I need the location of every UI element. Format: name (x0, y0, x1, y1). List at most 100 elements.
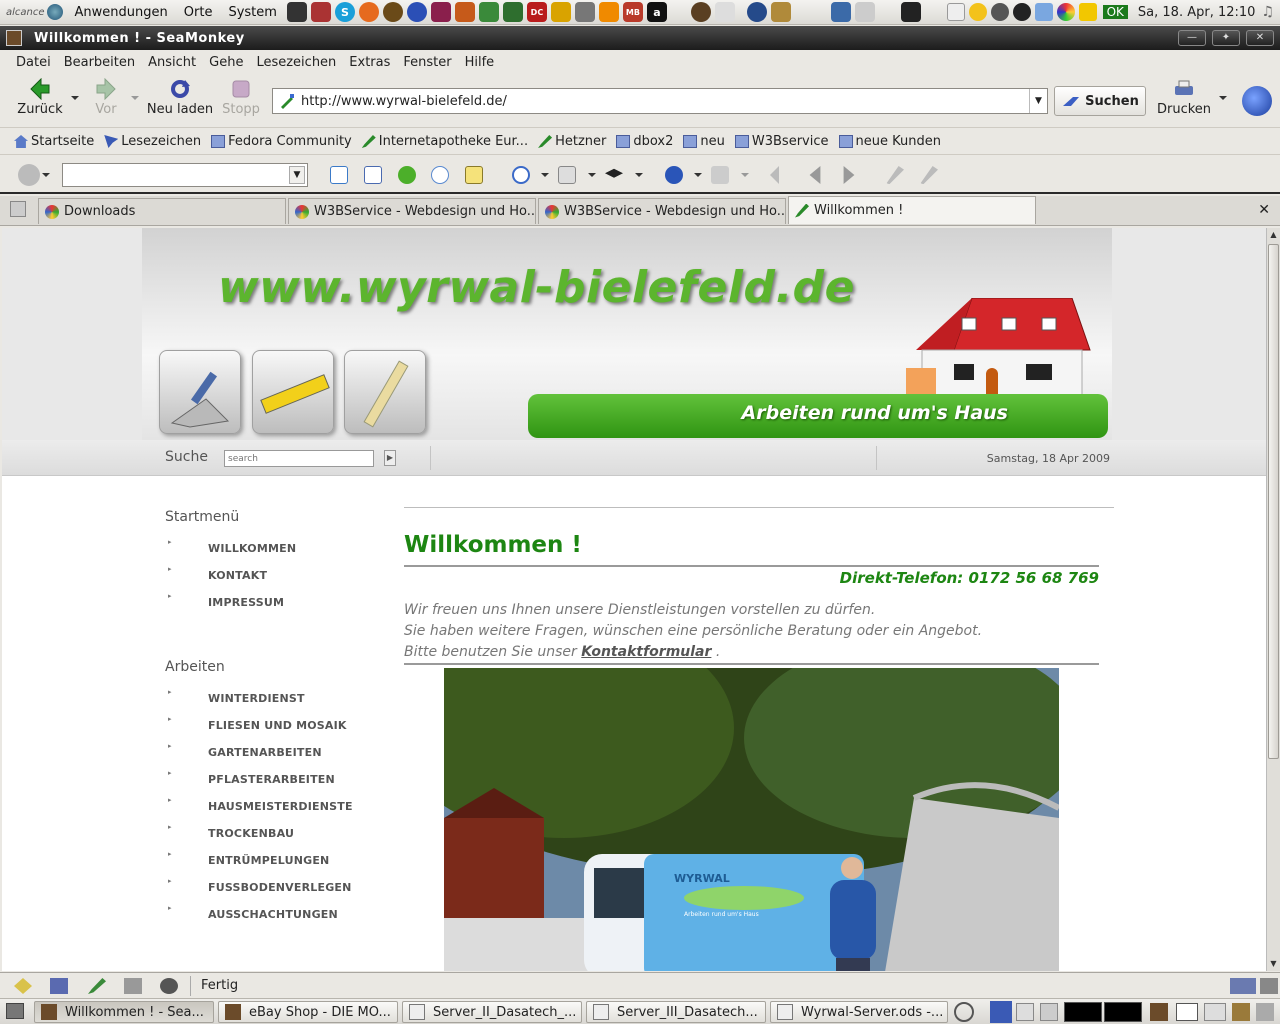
menu-places[interactable]: Orte (176, 5, 221, 20)
launcher-image-icon[interactable] (310, 2, 331, 22)
show-desktop-icon[interactable] (6, 1003, 24, 1019)
eraser-icon[interactable] (920, 166, 938, 184)
forward-dropdown[interactable] (131, 96, 139, 100)
new-tab-icon[interactable] (10, 201, 26, 217)
scroll-down-icon[interactable]: ▼ (1267, 957, 1280, 971)
back-button[interactable]: Zurück (16, 78, 64, 117)
graduation-cap-icon[interactable] (605, 168, 623, 178)
download-icon[interactable] (990, 1001, 1012, 1023)
menu-tools[interactable]: Extras (349, 55, 390, 70)
bookmark-w3bservice[interactable]: W3Bservice (734, 134, 829, 149)
toolbar-search-combo[interactable]: ▼ (62, 163, 308, 187)
launcher-book-icon[interactable] (430, 2, 451, 22)
net-monitor-icon[interactable] (1104, 1002, 1142, 1022)
url-input[interactable]: http://www.wyrwal-bielefeld.de/ (301, 94, 1029, 109)
workspace-icon[interactable] (1204, 1003, 1226, 1021)
scroll-up-icon[interactable]: ▲ (1267, 228, 1280, 242)
minimize-button[interactable]: — (1178, 30, 1206, 46)
tab-w3bservice-2[interactable]: W3BService - Webdesign und Ho... (538, 198, 786, 224)
menu-edit[interactable]: Bearbeiten (64, 55, 135, 70)
launcher-terminal-icon[interactable] (286, 2, 307, 22)
launcher-skype-icon[interactable]: S (334, 2, 355, 22)
tab-willkommen[interactable]: Willkommen ! (788, 196, 1036, 224)
close-tab-icon[interactable]: ✕ (1258, 202, 1270, 218)
tab-w3bservice-1[interactable]: W3BService - Webdesign und Ho... (288, 198, 536, 224)
distro-logo[interactable]: alcance (0, 7, 47, 18)
launcher-a-icon[interactable]: a (646, 2, 667, 22)
launcher-eye-icon[interactable] (690, 2, 711, 22)
launcher-dc-icon[interactable]: DC (526, 2, 547, 22)
tray-sun-icon[interactable] (968, 3, 987, 21)
content-scrollbar[interactable]: ▲ ▼ (1266, 228, 1280, 971)
speech-bubble-icon[interactable] (431, 166, 449, 184)
launcher-weather-icon[interactable] (854, 2, 875, 22)
launcher-tool-icon[interactable] (382, 2, 403, 22)
navigator-icon[interactable] (14, 978, 32, 994)
tray-ok-badge[interactable]: OK (1102, 5, 1128, 19)
site-logo[interactable]: www.wyrwal-bielefeld.de (218, 262, 855, 313)
mail-icon[interactable] (50, 978, 68, 994)
google-g-icon[interactable] (330, 166, 348, 184)
applet-icon[interactable] (1256, 1003, 1274, 1021)
launcher-console-icon[interactable] (900, 2, 921, 22)
print-dropdown[interactable] (1219, 96, 1227, 100)
applet-icon[interactable] (1040, 1003, 1058, 1021)
ruler-tile[interactable] (344, 350, 426, 434)
workspace-switcher-icon[interactable] (1176, 1003, 1198, 1021)
share-icon[interactable] (711, 166, 729, 184)
launcher-player-icon[interactable] (714, 2, 735, 22)
launcher-seamonkey-icon[interactable] (406, 2, 427, 22)
highlighter-icon[interactable] (886, 166, 904, 184)
tray-n-icon[interactable] (1078, 3, 1097, 21)
back-dropdown[interactable] (71, 96, 79, 100)
launcher-tools-icon[interactable] (770, 2, 791, 22)
toolbar-search-dropdown[interactable]: ▼ (289, 166, 305, 184)
panel-clock[interactable]: Sa, 18. Apr, 12:10 (1132, 5, 1262, 20)
magnifier-dropdown[interactable] (541, 173, 549, 177)
address-book-icon[interactable] (124, 978, 142, 994)
bookmark-lesezeichen[interactable]: Lesezeichen (104, 134, 201, 149)
taskbar-item-server2[interactable]: Server_II_Dasatech_... (402, 1001, 582, 1023)
taskbar-item-server3[interactable]: Server_III_Dasatech... (586, 1001, 766, 1023)
tab-downloads[interactable]: Downloads (38, 198, 286, 224)
launcher-settings-icon[interactable] (574, 2, 595, 22)
applet-icon[interactable] (1016, 1003, 1034, 1021)
bookmark-neue-kunden[interactable]: neue Kunden (838, 134, 941, 149)
chat-icon[interactable] (160, 978, 178, 994)
search-button[interactable]: Suchen (1054, 86, 1146, 116)
info-dropdown[interactable] (694, 173, 702, 177)
print-button[interactable]: Drucken (1154, 78, 1214, 117)
volume-icon[interactable]: ♫ (1261, 4, 1280, 20)
level-tile[interactable] (252, 350, 334, 434)
cpu-monitor-icon[interactable] (1064, 1002, 1102, 1022)
reload-button[interactable]: Neu laden (146, 78, 214, 117)
bookmark-fedora[interactable]: Fedora Community (211, 134, 352, 149)
bookmark-neu[interactable]: neu (683, 134, 725, 149)
launcher-globe-icon[interactable] (746, 2, 767, 22)
forward-button[interactable]: Vor (92, 78, 120, 117)
launcher-calc-icon[interactable] (454, 2, 475, 22)
tag-dropdown[interactable] (588, 173, 596, 177)
prev-icon[interactable] (809, 166, 821, 184)
online-status-icon[interactable] (1230, 978, 1256, 994)
first-page-icon[interactable] (770, 166, 779, 184)
next-icon[interactable] (843, 166, 855, 184)
cap-dropdown[interactable] (635, 173, 643, 177)
tray-notes-icon[interactable] (946, 3, 965, 21)
launcher-vlc-icon[interactable] (598, 2, 619, 22)
menu-view[interactable]: Ansicht (148, 55, 196, 70)
close-window-button[interactable]: ✕ (1246, 30, 1274, 46)
url-bar[interactable]: http://www.wyrwal-bielefeld.de/ ▼ (272, 88, 1048, 114)
taskbar-item-seamonkey[interactable]: Willkommen ! - Sea... (34, 1001, 214, 1023)
menu-window[interactable]: Fenster (403, 55, 451, 70)
launcher-spreadsheet-icon[interactable] (502, 2, 523, 22)
launcher-office-icon[interactable] (478, 2, 499, 22)
security-icon[interactable] (1260, 978, 1278, 994)
launcher-network-icon[interactable] (830, 2, 851, 22)
workspace-icon[interactable] (1150, 1003, 1168, 1021)
tray-globe-icon[interactable] (990, 3, 1009, 21)
google-menu-dropdown[interactable] (42, 173, 50, 177)
notebook-icon[interactable] (465, 166, 483, 184)
share-dropdown[interactable] (741, 173, 749, 177)
menu-help[interactable]: Hilfe (465, 55, 495, 70)
